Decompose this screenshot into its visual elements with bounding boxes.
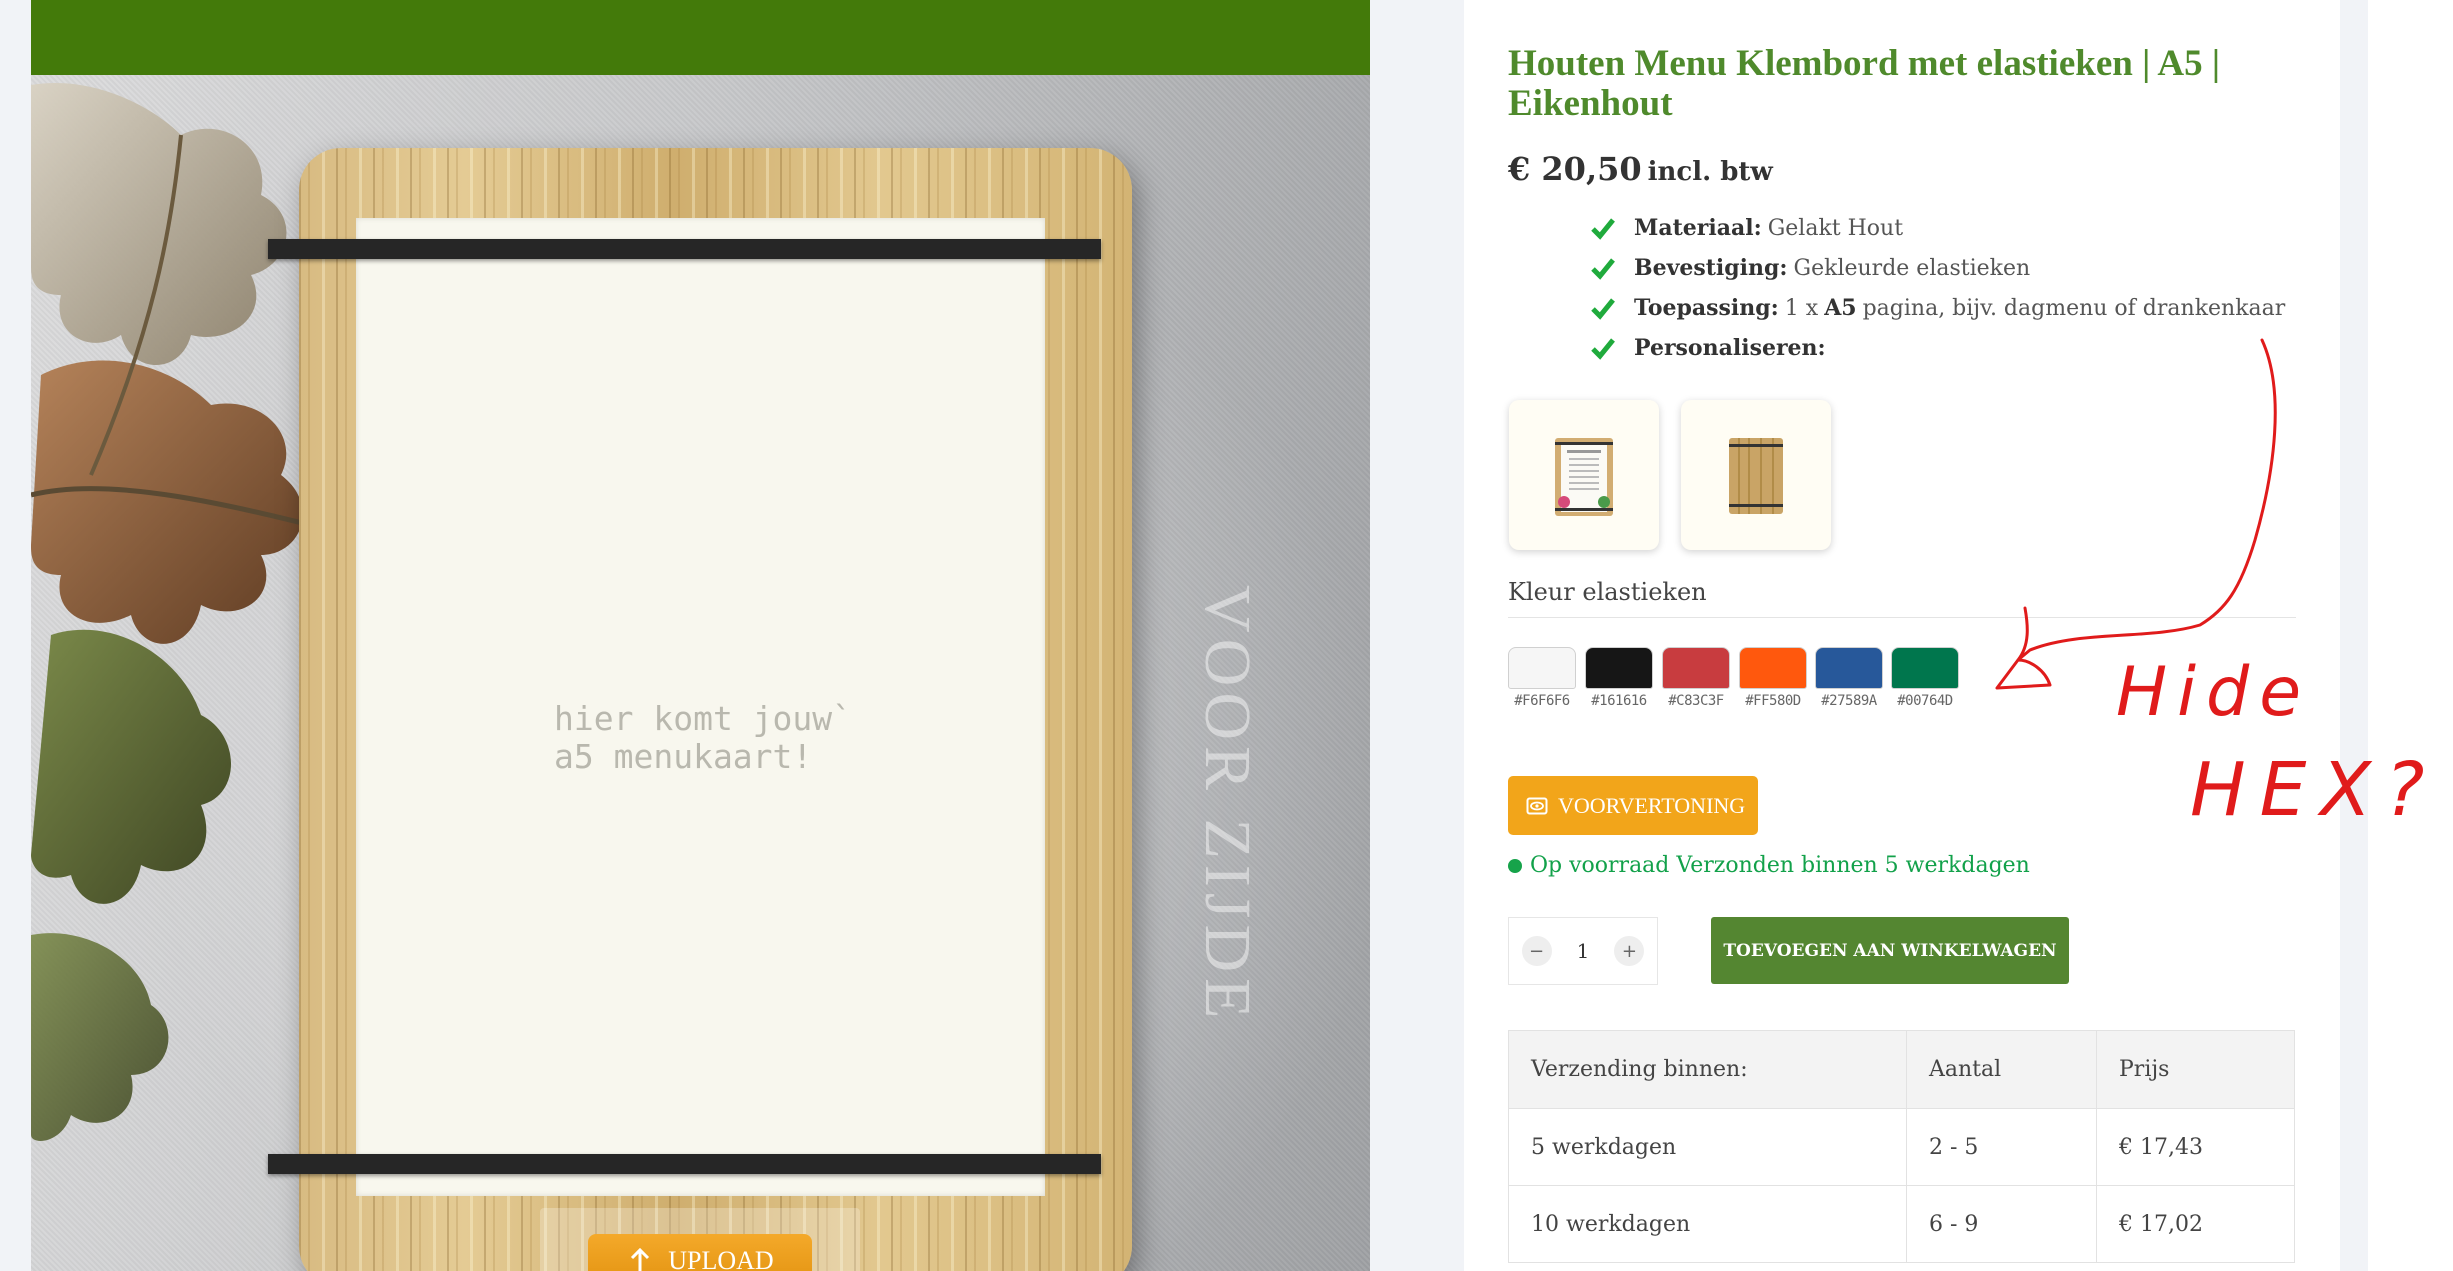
design-thumbnail-back[interactable] (1681, 400, 1831, 550)
feature-pre: 1 x (1784, 295, 1819, 321)
feature-key: Bevestiging: (1634, 255, 1788, 281)
checkmark-icon (1591, 338, 1615, 360)
swatch-chip (1815, 647, 1883, 689)
eye-icon (1526, 797, 1548, 814)
swatch-chip (1508, 647, 1576, 689)
swatch-chip (1739, 647, 1807, 689)
elastic-strap-bottom (268, 1154, 1101, 1174)
table-row: 10 werkdagen 6 - 9 € 17,02 (1508, 1185, 2295, 1263)
feature-value: Gekleurde elastieken (1793, 255, 2031, 281)
feature-key: Toepassing: (1634, 295, 1779, 321)
table-cell: € 17,43 (2096, 1108, 2295, 1186)
swatch-hex-label: #C83C3F (1668, 693, 1724, 709)
color-swatch-c83c3f[interactable]: #C83C3F (1662, 647, 1730, 717)
preview-label: VOORVERTONING (1558, 792, 1746, 818)
table-cell: 6 - 9 (1906, 1185, 2097, 1263)
add-to-cart-button[interactable]: TOEVOEGEN AAN WINKELWAGEN (1711, 917, 2069, 984)
design-thumbnail-front[interactable] (1509, 400, 1659, 550)
feature-value: Gelakt Hout (1767, 215, 1904, 241)
feature-key: Materiaal: (1634, 215, 1762, 241)
shipping-price-table: Verzending binnen: Aantal Prijs 5 werkda… (1508, 1030, 2295, 1263)
stock-status: Op voorraad Verzonden binnen 5 werkdagen (1508, 853, 2030, 878)
strap-color-label: Kleur elastieken (1508, 578, 1707, 606)
upload-label: UPLOAD (668, 1246, 774, 1271)
feature-bold: A5 (1824, 295, 1857, 321)
menu-placeholder-text: hier komt jouw` a5 menukaart! (554, 699, 853, 776)
table-cell: € 17,02 (2096, 1185, 2295, 1263)
menu-card-thumbnail (1555, 438, 1613, 516)
feature-item: Materiaal: Gelakt Hout (1590, 208, 2285, 248)
swatch-hex-label: #161616 (1591, 693, 1647, 709)
page-right-strip (2368, 0, 2453, 1271)
divider (1508, 617, 2296, 618)
feature-list: Materiaal: Gelakt Hout Bevestiging: Gekl… (1590, 208, 2285, 368)
wood-board-thumbnail (1729, 438, 1783, 514)
checkmark-icon (1591, 258, 1615, 280)
viewer-top-bar (31, 0, 1370, 75)
column-header: Verzending binnen: (1508, 1030, 1907, 1109)
column-header: Prijs (2096, 1030, 2295, 1109)
stock-dot-icon (1508, 858, 1522, 873)
swatch-hex-label: #FF580D (1745, 693, 1801, 709)
table-cell: 5 werkdagen (1508, 1108, 1907, 1186)
swatch-chip (1662, 647, 1730, 689)
color-swatch-00764d[interactable]: #00764D (1891, 647, 1959, 717)
color-swatch-161616[interactable]: #161616 (1585, 647, 1653, 717)
table-cell: 10 werkdagen (1508, 1185, 1907, 1263)
table-cell: 2 - 5 (1906, 1108, 2097, 1186)
color-swatch-f6f6f6[interactable]: #F6F6F6 (1508, 647, 1576, 717)
feature-value: pagina, bijv. dagmenu of drankenkaar (1862, 295, 2286, 321)
swatch-hex-label: #00764D (1897, 693, 1953, 709)
feature-item: Personaliseren: (1590, 328, 2285, 368)
swatch-chip (1891, 647, 1959, 689)
column-header: Aantal (1906, 1030, 2097, 1109)
product-title: Houten Menu Klembord met elastieken | A5… (1508, 43, 2221, 124)
front-side-label: VOOR ZIJDE (1191, 585, 1264, 1025)
swatch-hex-label: #F6F6F6 (1514, 693, 1570, 709)
elastic-strap-top (268, 239, 1101, 259)
checkmark-icon (1591, 298, 1615, 320)
feature-key: Personaliseren: (1634, 335, 1826, 361)
color-swatch-ff580d[interactable]: #FF580D (1739, 647, 1807, 717)
table-row: 5 werkdagen 2 - 5 € 17,43 (1508, 1108, 2295, 1186)
stock-text: Op voorraad Verzonden binnen 5 werkdagen (1530, 853, 2030, 878)
upload-button[interactable]: UPLOAD (588, 1234, 812, 1271)
price-suffix: incl. btw (1647, 157, 1773, 187)
preview-button[interactable]: VOORVERTONING (1508, 776, 1758, 835)
quantity-stepper: − 1 + (1508, 917, 1658, 985)
checkmark-icon (1591, 218, 1615, 240)
feature-item: Toepassing: 1 x A5 pagina, bijv. dagmenu… (1590, 288, 2285, 328)
quantity-input[interactable]: 1 (1577, 939, 1590, 963)
feature-item: Bevestiging: Gekleurde elastieken (1590, 248, 2285, 288)
table-header-row: Verzending binnen: Aantal Prijs (1508, 1030, 2295, 1109)
swatch-hex-label: #27589A (1821, 693, 1877, 709)
color-swatch-27589a[interactable]: #27589A (1815, 647, 1883, 717)
upload-icon (631, 1247, 650, 1271)
quantity-decrease-button[interactable]: − (1521, 936, 1552, 966)
quantity-increase-button[interactable]: + (1614, 936, 1645, 966)
product-price: € 20,50 incl. btw (1508, 150, 1773, 188)
price-amount: € 20,50 (1508, 150, 1642, 188)
swatch-chip (1585, 647, 1653, 689)
